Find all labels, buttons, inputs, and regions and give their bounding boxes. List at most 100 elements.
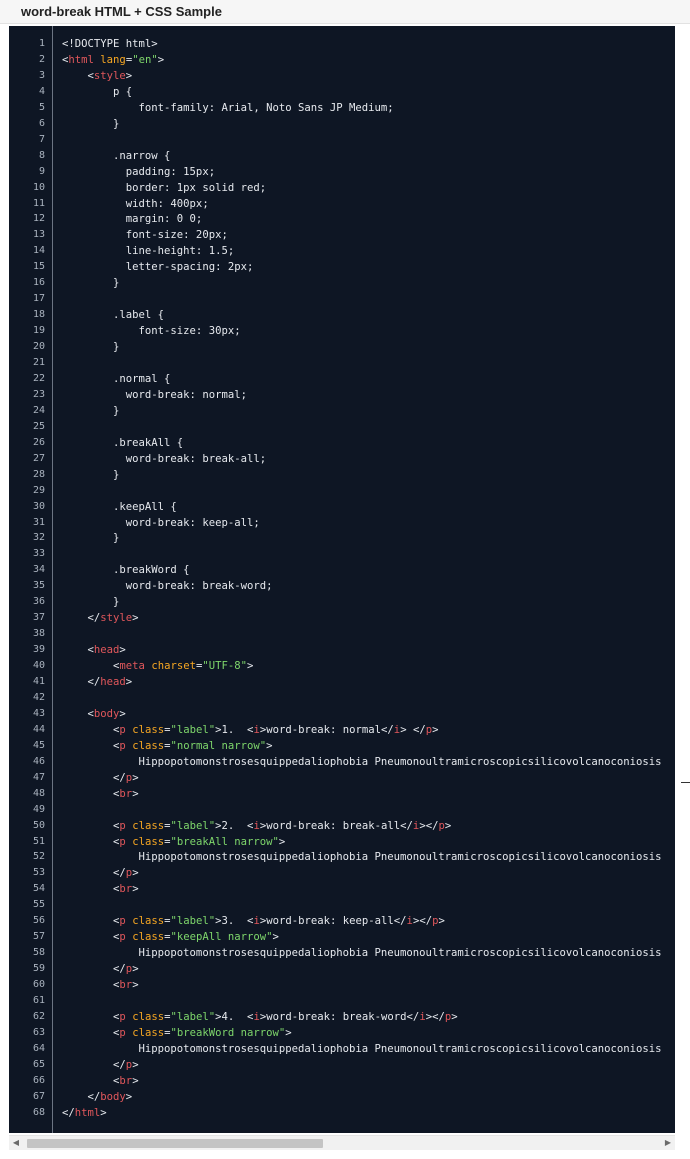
code-line: 6 }	[9, 116, 675, 132]
code-token: >	[132, 1074, 139, 1087]
code-line: 57 <p class="keepAll narrow">	[9, 929, 675, 945]
code-text: <p class="breakAll narrow">	[62, 834, 285, 850]
line-number: 54	[32, 883, 45, 895]
code-token: class	[132, 931, 165, 944]
code-text: .breakWord {	[62, 562, 190, 578]
line-number: 9	[38, 165, 45, 177]
code-viewer[interactable]: 1 <!DOCTYPE html> 2 <html lang="en"> 3 <styl…	[9, 26, 675, 1133]
code-token: br	[119, 883, 133, 896]
code-line: 26 .breakAll {	[9, 435, 675, 451]
code-line: 1 <!DOCTYPE html>	[9, 36, 675, 52]
line-number: 15	[32, 261, 45, 273]
code-line: 20 }	[9, 339, 675, 355]
code-line: 5 font-family: Arial, Noto Sans JP Mediu…	[9, 100, 675, 116]
code-token: br	[119, 787, 133, 800]
code-token: </	[393, 915, 407, 928]
code-token: }	[62, 341, 120, 354]
code-token: "breakAll narrow"	[170, 835, 279, 848]
code-text: </p>	[62, 865, 139, 881]
code-token: >	[432, 723, 439, 736]
code-token: >	[132, 1058, 139, 1071]
line-number: 61	[32, 995, 45, 1006]
code-token: </	[87, 676, 101, 688]
code-token: >	[132, 963, 139, 976]
code-line: 24 }	[9, 403, 675, 419]
code-token: word-break: break-word;	[62, 580, 273, 593]
code-token: >	[451, 1010, 458, 1023]
code-token: }	[62, 468, 120, 481]
code-token: </	[113, 963, 126, 976]
code-token: 2.	[221, 819, 248, 832]
code-token: >	[125, 676, 133, 688]
code-token: lang	[100, 53, 126, 66]
code-text: </p>	[62, 1057, 139, 1073]
code-token: >	[119, 707, 126, 720]
line-number: 50	[32, 819, 45, 831]
line-number: 41	[32, 676, 45, 687]
code-line: 59 </p>	[9, 961, 675, 977]
code-token: br	[119, 979, 133, 992]
code-token: "UTF-8"	[202, 660, 248, 673]
code-text: }	[62, 116, 119, 132]
code-token: html	[68, 53, 94, 66]
code-text: </html>	[62, 1105, 107, 1121]
code-token: class	[132, 819, 165, 832]
code-text: <style>	[62, 68, 133, 84]
code-line: 35 word-break: break-word;	[9, 578, 675, 594]
code-token: word-break: keep-all;	[62, 516, 260, 529]
code-token: body	[93, 707, 120, 720]
line-number: 6	[38, 117, 45, 129]
code-line: 64 Hippopotomonstrosesquippedaliophobia …	[9, 1041, 675, 1057]
sample-title: word-break HTML + CSS Sample	[21, 4, 222, 19]
code-token: style	[93, 69, 126, 82]
code-text: font-family: Arial, Noto Sans JP Medium;	[62, 100, 394, 116]
code-line: 44 <p class="label">1. <i>word-break: no…	[9, 722, 675, 738]
line-number: 66	[32, 1074, 45, 1086]
code-line: 60 <br>	[9, 977, 675, 993]
code-token: class	[132, 739, 165, 752]
code-line: 27 word-break: break-all;	[9, 451, 675, 467]
code-line: 55	[9, 897, 675, 913]
code-token: "breakWord narrow"	[170, 1026, 286, 1039]
line-number: 8	[38, 149, 45, 161]
line-number: 42	[32, 691, 45, 703]
code-token: Hippopotomonstrosesquippedaliophobia Pne…	[62, 755, 662, 768]
scrollbar-thumb[interactable]	[27, 1139, 323, 1148]
code-token: </	[381, 723, 394, 736]
code-token: <!DOCTYPE html>	[62, 38, 158, 50]
code-token: >	[444, 819, 452, 832]
code-text: line-height: 1.5;	[62, 243, 234, 259]
code-token: >	[132, 979, 139, 992]
line-number: 43	[32, 707, 45, 719]
code-line: 36 }	[9, 594, 675, 610]
scroll-left-icon[interactable]: ◀	[10, 1136, 22, 1150]
code-token: word-break: break-all	[266, 819, 401, 832]
line-number: 10	[32, 181, 45, 193]
code-token: </	[87, 1090, 101, 1103]
horizontal-scrollbar[interactable]: ◀ ▶	[9, 1135, 675, 1150]
line-number: 7	[38, 133, 45, 145]
code-token: .breakAll {	[62, 436, 184, 449]
code-line: 21	[9, 355, 675, 371]
code-token: class	[132, 1010, 165, 1023]
code-token: </	[432, 1010, 445, 1023]
code-line: 19 font-size: 30px;	[9, 323, 675, 339]
code-token: </	[113, 1058, 126, 1071]
code-line: 37 </style>	[9, 610, 675, 626]
code-text: p {	[62, 84, 132, 100]
code-token: </	[400, 819, 413, 832]
code-text: .narrow {	[62, 148, 170, 164]
line-number: 64	[32, 1042, 45, 1054]
code-token: charset	[151, 660, 196, 673]
code-token: letter-spacing: 2px;	[62, 261, 254, 274]
code-text: word-break: normal;	[62, 387, 247, 403]
code-text: <!DOCTYPE html>	[62, 36, 158, 52]
code-line: 30 .keepAll {	[9, 499, 675, 515]
scroll-right-icon[interactable]: ▶	[662, 1136, 674, 1150]
